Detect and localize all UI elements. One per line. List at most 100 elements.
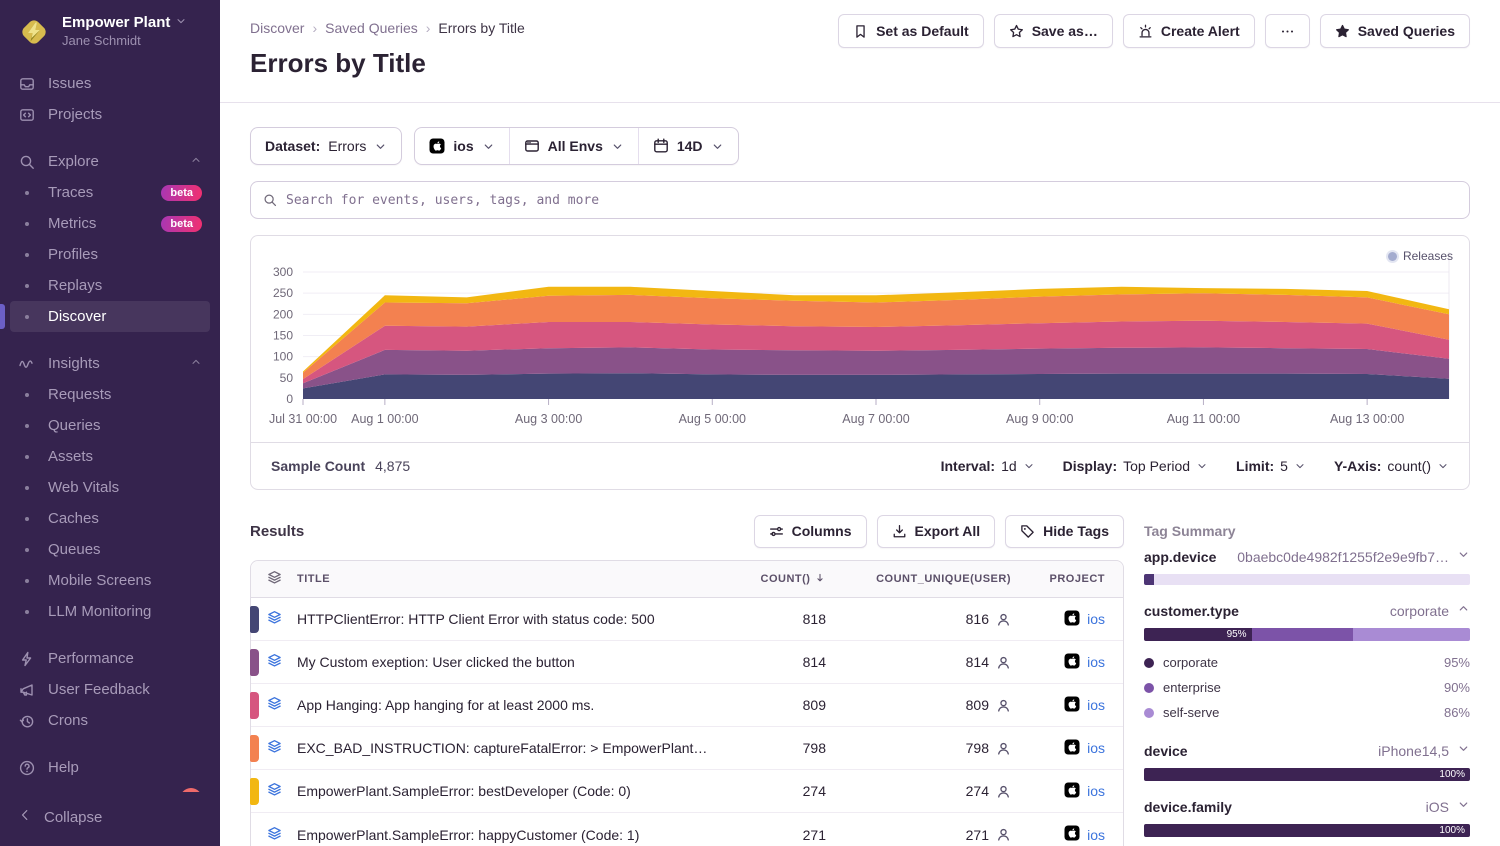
filter-14d[interactable]: 14D xyxy=(638,128,738,164)
sidebar-item-help[interactable]: Help xyxy=(10,752,210,783)
tag-legend-row[interactable]: enterprise 90% xyxy=(1144,675,1470,700)
error-title-link[interactable]: EmpowerPlant.SampleError: bestDeveloper … xyxy=(297,783,711,799)
sidebar-item-projects[interactable]: Projects xyxy=(10,99,210,130)
org-name[interactable]: Empower Plant xyxy=(62,14,170,31)
sidebar-item-label: Assets xyxy=(48,448,93,465)
search-input[interactable] xyxy=(286,193,1457,208)
chevron-down-icon xyxy=(1457,548,1470,566)
stack-trace-icon-button[interactable] xyxy=(267,826,282,844)
sidebar-item-web-vitals[interactable]: Web Vitals xyxy=(10,472,210,503)
sidebar-item-performance[interactable]: Performance xyxy=(10,643,210,674)
more-options-button[interactable] xyxy=(1265,14,1310,48)
sidebar-item-label: Metrics xyxy=(48,215,96,232)
events-chart[interactable]: Releases 050100150200250300Jul 31 00:00A… xyxy=(251,236,1469,442)
org-header[interactable]: Empower Plant Jane Schmidt xyxy=(0,0,220,60)
col-project[interactable]: PROJECT xyxy=(1011,573,1123,585)
error-title-link[interactable]: My Custom exeption: User clicked the but… xyxy=(297,654,711,670)
sidebar-item-traces[interactable]: Traces beta xyxy=(10,177,210,208)
breadcrumb-item[interactable]: Saved Queries xyxy=(325,20,418,36)
columns-button[interactable]: Columns xyxy=(754,515,867,548)
display-selector[interactable]: Display: Top Period xyxy=(1063,458,1208,474)
saved-queries-button[interactable]: Saved Queries xyxy=(1320,14,1470,48)
tag-header[interactable]: app.device 0baebc0de4982f1255f2e9e9fb7… xyxy=(1144,548,1470,566)
series-color-swatch xyxy=(250,692,259,719)
stack-trace-icon-button[interactable] xyxy=(267,610,282,628)
tag-distribution-bar[interactable]: 95% xyxy=(1144,628,1470,641)
user-icon xyxy=(996,784,1011,799)
limit-selector[interactable]: Limit: 5 xyxy=(1236,458,1306,474)
sidebar-item-queues[interactable]: Queues xyxy=(10,534,210,565)
sidebar-item-user-feedback[interactable]: User Feedback xyxy=(10,674,210,705)
tag-distribution-bar[interactable]: 100% xyxy=(1144,824,1470,837)
breadcrumb-item[interactable]: Errors by Title xyxy=(438,20,524,36)
chart-legend[interactable]: Releases xyxy=(1388,249,1453,263)
y-axis-selector[interactable]: Y-Axis: count() xyxy=(1334,458,1449,474)
results-title: Results xyxy=(250,523,304,540)
unique-count-value: 798 xyxy=(966,740,989,756)
tag-distribution-bar[interactable]: 100% xyxy=(1144,768,1470,781)
stack-icon xyxy=(267,826,282,841)
tag-header[interactable]: device iPhone14,5 xyxy=(1144,742,1470,760)
sidebar-item-mobile-screens[interactable]: Mobile Screens xyxy=(10,565,210,596)
stack-trace-icon-button[interactable] xyxy=(267,653,282,671)
megaphone-icon xyxy=(19,682,35,698)
save-as-button[interactable]: Save as… xyxy=(994,14,1113,48)
col-count[interactable]: COUNT() xyxy=(711,572,826,587)
filter-all-envs[interactable]: All Envs xyxy=(509,128,638,164)
sidebar-item-queries[interactable]: Queries xyxy=(10,410,210,441)
tag-legend-row[interactable]: self-serve 86% xyxy=(1144,700,1470,725)
segment-percent-label: 95% xyxy=(1227,629,1252,640)
sidebar-item-metrics[interactable]: Metrics beta xyxy=(10,208,210,239)
error-title-link[interactable]: EmpowerPlant.SampleError: happyCustomer … xyxy=(297,827,711,843)
tag-header[interactable]: customer.type corporate xyxy=(1144,602,1470,620)
interval-selector[interactable]: Interval: 1d xyxy=(941,458,1035,474)
project-link[interactable]: ios xyxy=(1087,611,1105,627)
tag-header[interactable]: device.family iOS xyxy=(1144,798,1470,816)
sidebar-item-assets[interactable]: Assets xyxy=(10,441,210,472)
filter-ios[interactable]: ios xyxy=(415,128,508,164)
user-name: Jane Schmidt xyxy=(62,33,187,48)
breadcrumb-item[interactable]: Discover xyxy=(250,20,304,36)
stack-trace-icon-button[interactable] xyxy=(267,739,282,757)
export-all-button[interactable]: Export All xyxy=(877,515,996,548)
window-icon xyxy=(524,138,540,154)
sidebar-collapse-button[interactable]: Collapse xyxy=(0,792,220,846)
sidebar-item-profiles[interactable]: Profiles xyxy=(10,239,210,270)
sidebar-item-crons[interactable]: Crons xyxy=(10,705,210,736)
dataset-selector[interactable]: Dataset: Errors xyxy=(250,127,402,165)
project-link[interactable]: ios xyxy=(1087,827,1105,843)
tag-legend-row[interactable]: corporate 95% xyxy=(1144,650,1470,675)
project-link[interactable]: ios xyxy=(1087,740,1105,756)
unique-count-value: 274 xyxy=(966,783,989,799)
tag-distribution-bar[interactable] xyxy=(1144,574,1470,585)
sidebar-item-caches[interactable]: Caches xyxy=(10,503,210,534)
series-color-swatch xyxy=(250,606,259,633)
hide-tags-button[interactable]: Hide Tags xyxy=(1005,515,1124,548)
sidebar-item-requests[interactable]: Requests xyxy=(10,379,210,410)
apple-icon xyxy=(1064,653,1080,669)
project-link[interactable]: ios xyxy=(1087,697,1105,713)
col-count-unique-user[interactable]: COUNT_UNIQUE(USER) xyxy=(826,573,1011,585)
project-link[interactable]: ios xyxy=(1087,783,1105,799)
sidebar-group-insights[interactable]: Insights xyxy=(10,348,210,379)
sidebar-item-what-s-new[interactable]: What's new 1 xyxy=(10,783,210,792)
control-label: Y-Axis: xyxy=(1334,458,1381,474)
error-title-link[interactable]: EXC_BAD_INSTRUCTION: captureFatalError: … xyxy=(297,740,711,756)
stack-trace-icon-button[interactable] xyxy=(267,696,282,714)
error-title-link[interactable]: HTTPClientError: HTTP Client Error with … xyxy=(297,611,711,627)
sidebar-item-label: Help xyxy=(48,759,79,776)
filter-label: 14D xyxy=(677,138,703,154)
sidebar-item-replays[interactable]: Replays xyxy=(10,270,210,301)
error-title-link[interactable]: App Hanging: App hanging for at least 20… xyxy=(297,697,711,713)
sidebar-group-explore[interactable]: Explore xyxy=(10,146,210,177)
set-as-default-button[interactable]: Set as Default xyxy=(838,14,984,48)
stack-trace-icon-button[interactable] xyxy=(267,782,282,800)
sidebar-item-llm-monitoring[interactable]: LLM Monitoring xyxy=(10,596,210,627)
create-alert-button[interactable]: Create Alert xyxy=(1123,14,1255,48)
search-bar[interactable] xyxy=(250,181,1470,219)
project-link[interactable]: ios xyxy=(1087,654,1105,670)
col-title[interactable]: TITLE xyxy=(297,573,711,585)
sidebar-item-discover[interactable]: Discover xyxy=(10,301,210,332)
chevron-down-icon xyxy=(1023,460,1035,472)
sidebar-item-issues[interactable]: Issues xyxy=(10,68,210,99)
